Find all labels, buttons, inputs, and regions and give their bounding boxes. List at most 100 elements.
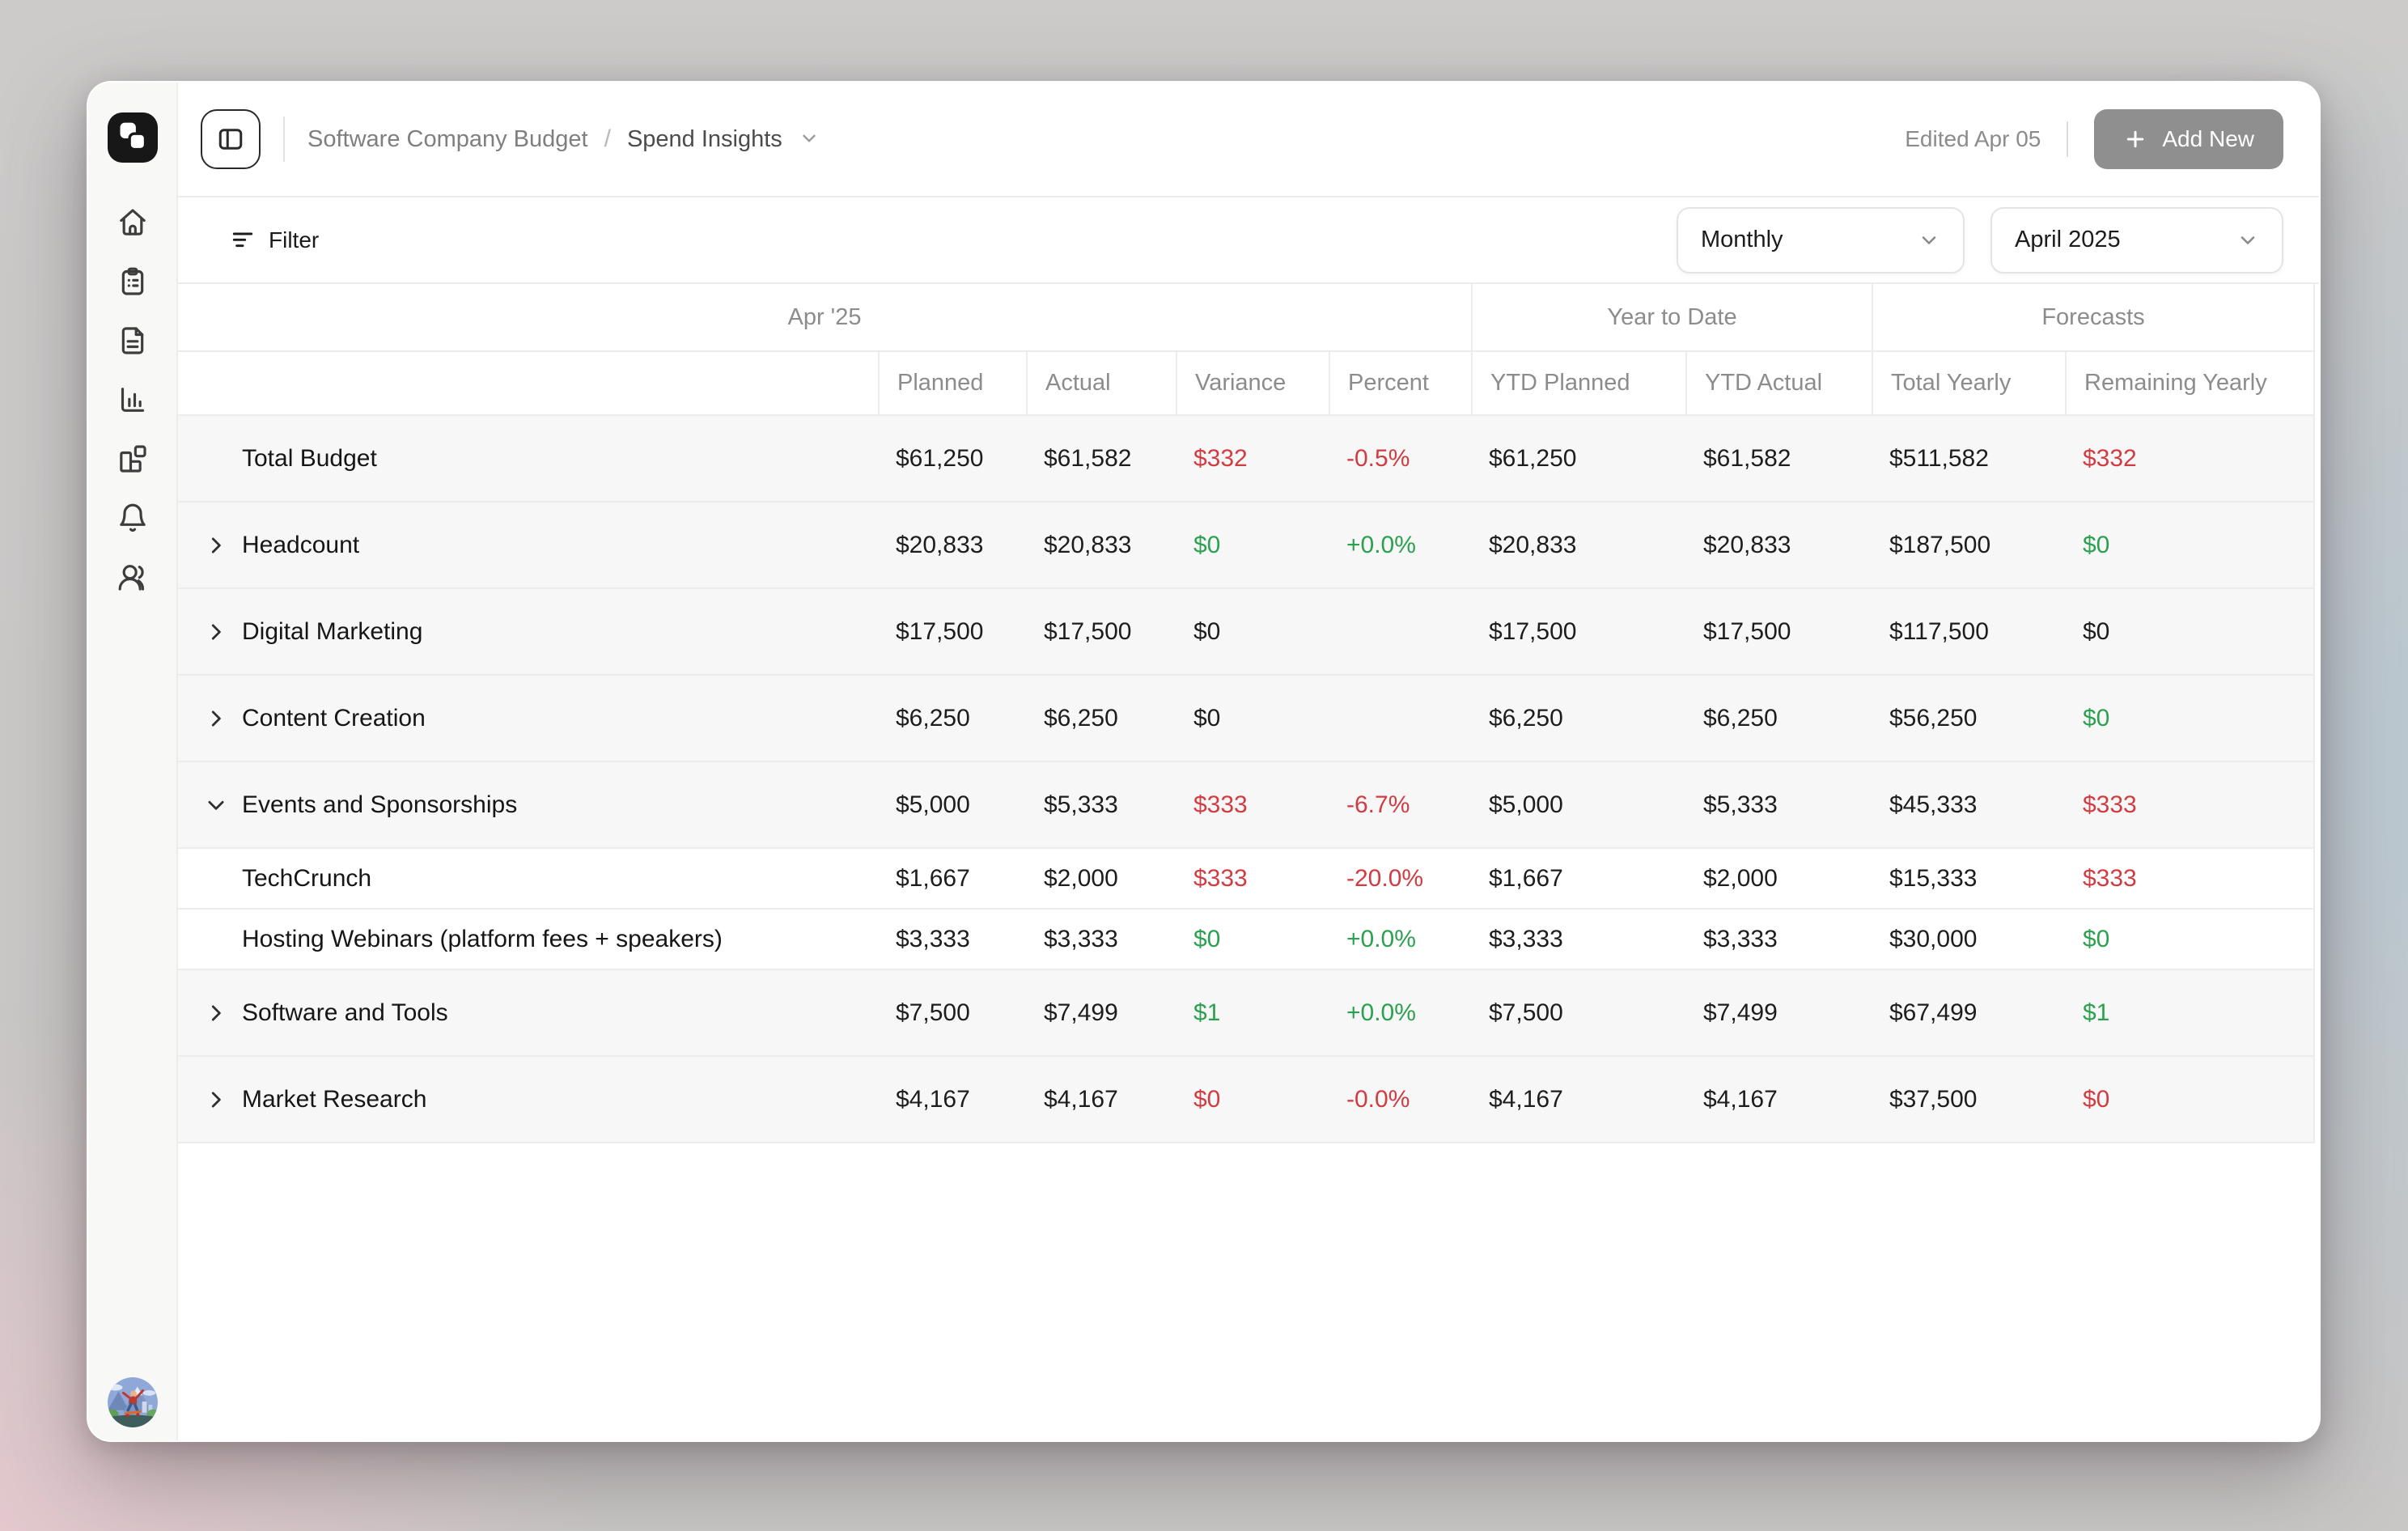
cell-planned: $6,250 bbox=[878, 676, 1026, 761]
cell-planned: $5,000 bbox=[878, 762, 1026, 847]
cell-actual: $3,333 bbox=[1026, 910, 1176, 969]
blocks-icon bbox=[117, 443, 149, 475]
table-body: Total Budget$61,250$61,582$332-0.5%$61,2… bbox=[178, 416, 2313, 1143]
cell-total-yearly: $37,500 bbox=[1872, 1057, 2065, 1142]
row-label: Hosting Webinars (platform fees + speake… bbox=[242, 926, 723, 953]
breadcrumb-current[interactable]: Spend Insights bbox=[627, 126, 782, 153]
sidebar-item-document[interactable] bbox=[117, 324, 149, 357]
cell-total-yearly: $187,500 bbox=[1872, 503, 2065, 587]
cell-remaining-yearly: $332 bbox=[2065, 416, 2313, 501]
cell-total-yearly: $30,000 bbox=[1872, 910, 2065, 969]
chevron-spacer bbox=[202, 445, 230, 473]
column-header-actual: Actual bbox=[1026, 352, 1176, 414]
cell-variance: $0 bbox=[1176, 589, 1329, 674]
chevron-right-icon[interactable] bbox=[202, 532, 230, 559]
row-label-cell: Headcount bbox=[178, 503, 878, 587]
row-label-cell: Content Creation bbox=[178, 676, 878, 761]
cell-ytd-actual: $6,250 bbox=[1685, 676, 1872, 761]
group-header-month: Apr '25 bbox=[178, 284, 1471, 350]
chevron-right-icon[interactable] bbox=[202, 618, 230, 646]
sidebar-item-users[interactable] bbox=[117, 561, 149, 593]
row-label-cell: Digital Marketing bbox=[178, 589, 878, 674]
add-new-button[interactable]: Add New bbox=[2094, 109, 2283, 169]
cell-planned: $3,333 bbox=[878, 910, 1026, 969]
cell-percent: +0.0% bbox=[1329, 910, 1471, 969]
table-row-total-budget[interactable]: Total Budget$61,250$61,582$332-0.5%$61,2… bbox=[178, 416, 2313, 503]
cell-percent: -6.7% bbox=[1329, 762, 1471, 847]
cell-percent: -20.0% bbox=[1329, 849, 1471, 908]
row-label-cell: TechCrunch bbox=[178, 849, 878, 908]
chevron-right-icon[interactable] bbox=[202, 999, 230, 1027]
sidebar-item-blocks[interactable] bbox=[117, 443, 149, 475]
row-label: Events and Sponsorships bbox=[242, 791, 517, 819]
table-row-hosting-webinars-platform-fees-speakers[interactable]: Hosting Webinars (platform fees + speake… bbox=[178, 910, 2313, 970]
cell-ytd-actual: $4,167 bbox=[1685, 1057, 1872, 1142]
table-row-events-and-sponsorships[interactable]: Events and Sponsorships$5,000$5,333$333-… bbox=[178, 762, 2313, 849]
user-avatar[interactable] bbox=[108, 1377, 158, 1427]
cell-actual: $61,582 bbox=[1026, 416, 1176, 501]
header-right-divider bbox=[2067, 121, 2068, 157]
table-row-software-and-tools[interactable]: Software and Tools$7,500$7,499$1+0.0%$7,… bbox=[178, 970, 2313, 1057]
sidebar-item-bar-chart[interactable] bbox=[117, 384, 149, 416]
table-row-market-research[interactable]: Market Research$4,167$4,167$0-0.0%$4,167… bbox=[178, 1057, 2313, 1143]
cell-remaining-yearly: $0 bbox=[2065, 676, 2313, 761]
cell-ytd-actual: $5,333 bbox=[1685, 762, 1872, 847]
cell-actual: $2,000 bbox=[1026, 849, 1176, 908]
chevron-right-icon[interactable] bbox=[202, 705, 230, 732]
users-icon bbox=[117, 561, 149, 593]
chevron-right-icon[interactable] bbox=[202, 1086, 230, 1113]
cell-planned: $1,667 bbox=[878, 849, 1026, 908]
sidebar-item-clipboard[interactable] bbox=[117, 265, 149, 298]
table-row-headcount[interactable]: Headcount$20,833$20,833$0+0.0%$20,833$20… bbox=[178, 503, 2313, 589]
home-icon bbox=[117, 206, 149, 239]
view-granularity-select[interactable]: Monthly bbox=[1677, 207, 1965, 274]
period-select[interactable]: April 2025 bbox=[1990, 207, 2283, 274]
cell-remaining-yearly: $0 bbox=[2065, 503, 2313, 587]
row-label-cell: Total Budget bbox=[178, 416, 878, 501]
period-value: April 2025 bbox=[2015, 227, 2121, 253]
chevron-down-icon[interactable] bbox=[202, 791, 230, 819]
cell-percent: -0.5% bbox=[1329, 416, 1471, 501]
cell-ytd-planned: $4,167 bbox=[1471, 1057, 1685, 1142]
cell-remaining-yearly: $0 bbox=[2065, 910, 2313, 969]
cell-remaining-yearly: $0 bbox=[2065, 589, 2313, 674]
toolbar: Filter Monthly April 2025 bbox=[178, 197, 2319, 284]
cell-percent bbox=[1329, 589, 1471, 674]
toolbar-right: Monthly April 2025 bbox=[1677, 207, 2283, 274]
cell-ytd-actual: $17,500 bbox=[1685, 589, 1872, 674]
cell-planned: $61,250 bbox=[878, 416, 1026, 501]
cell-total-yearly: $56,250 bbox=[1872, 676, 2065, 761]
cell-variance: $1 bbox=[1176, 970, 1329, 1055]
breadcrumb-root[interactable]: Software Company Budget bbox=[307, 126, 588, 153]
cell-actual: $5,333 bbox=[1026, 762, 1176, 847]
edited-timestamp: Edited Apr 05 bbox=[1905, 126, 2041, 152]
chevron-down-icon bbox=[1918, 229, 1940, 252]
table-row-content-creation[interactable]: Content Creation$6,250$6,250$0$6,250$6,2… bbox=[178, 676, 2313, 762]
cell-planned: $4,167 bbox=[878, 1057, 1026, 1142]
filter-button[interactable]: Filter bbox=[230, 227, 319, 253]
cell-percent bbox=[1329, 676, 1471, 761]
row-label-cell: Hosting Webinars (platform fees + speake… bbox=[178, 910, 878, 969]
panel-left-icon bbox=[216, 125, 245, 154]
cell-remaining-yearly: $0 bbox=[2065, 1057, 2313, 1142]
cell-variance: $0 bbox=[1176, 676, 1329, 761]
cell-percent: -0.0% bbox=[1329, 1057, 1471, 1142]
sidebar-item-home[interactable] bbox=[117, 206, 149, 239]
clipboard-icon bbox=[117, 265, 149, 298]
cell-ytd-actual: $7,499 bbox=[1685, 970, 1872, 1055]
app-window: Software Company Budget / Spend Insights… bbox=[87, 81, 2321, 1442]
sidebar-toggle-button[interactable] bbox=[201, 109, 261, 169]
row-label: Content Creation bbox=[242, 705, 426, 732]
chevron-spacer bbox=[202, 865, 230, 893]
app-logo[interactable] bbox=[108, 112, 158, 163]
header-bar: Software Company Budget / Spend Insights… bbox=[178, 83, 2319, 197]
row-label: Headcount bbox=[242, 532, 359, 559]
table-row-digital-marketing[interactable]: Digital Marketing$17,500$17,500$0$17,500… bbox=[178, 589, 2313, 676]
cell-actual: $17,500 bbox=[1026, 589, 1176, 674]
sidebar-item-bell[interactable] bbox=[117, 502, 149, 534]
chevron-down-icon[interactable] bbox=[799, 123, 820, 155]
cell-actual: $4,167 bbox=[1026, 1057, 1176, 1142]
cell-ytd-planned: $17,500 bbox=[1471, 589, 1685, 674]
cell-ytd-actual: $61,582 bbox=[1685, 416, 1872, 501]
table-row-techcrunch[interactable]: TechCrunch$1,667$2,000$333-20.0%$1,667$2… bbox=[178, 849, 2313, 910]
